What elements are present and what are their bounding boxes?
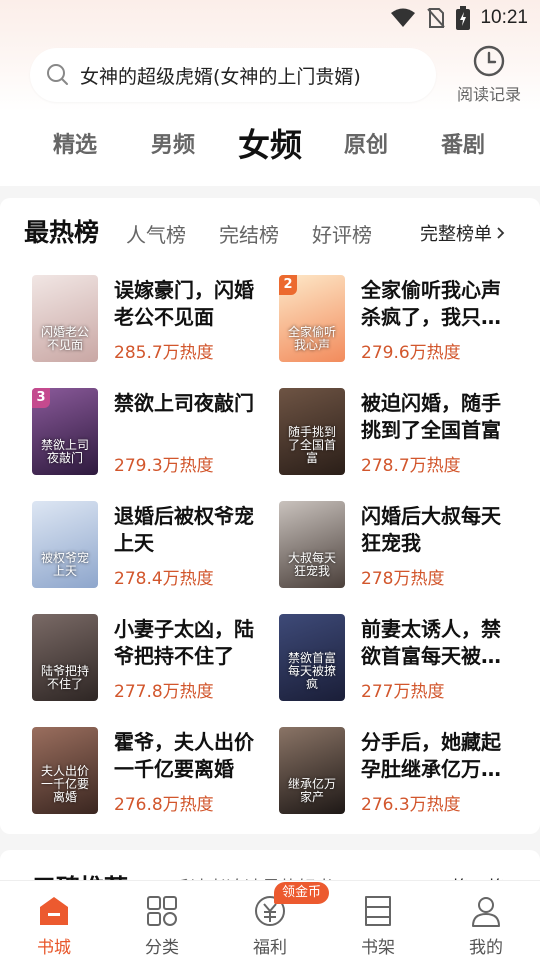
no-sim-icon: [427, 8, 446, 28]
ranking-card: 最热榜 人气榜 完结榜 好评榜 完整榜单 闪婚老公不见面 误嫁豪门，闪婚老公不见面…: [0, 198, 540, 834]
search-icon: [47, 64, 68, 85]
rank-badge: 2: [279, 275, 297, 295]
nav-welfare-label: 福利: [253, 938, 287, 958]
full-ranking-label: 完整榜单: [420, 224, 492, 245]
book-item[interactable]: 禁欲上司夜敲门 3 禁欲上司夜敲门 279.3万热度: [24, 388, 272, 480]
book-heat: 279.6万热度: [361, 343, 461, 363]
book-cover: 夫人出价一千亿要离婚: [32, 727, 98, 814]
book-title: 前妻太诱人，禁欲首富每天被撩疯: [361, 617, 501, 668]
book-heat: 278万热度: [361, 569, 445, 589]
nav-bookshelf-label: 书架: [361, 938, 395, 958]
book-cover: 随手挑到了全国首富: [279, 388, 345, 475]
book-title: 分手后，她藏起孕肚继承亿万家产: [361, 730, 501, 781]
nav-bookstore[interactable]: 书城: [0, 881, 108, 960]
tab-male[interactable]: 男频: [118, 114, 228, 172]
book-heat: 278.4万热度: [114, 569, 214, 589]
clock-icon: [473, 45, 505, 77]
gold-coin-badge[interactable]: 领金币: [274, 882, 330, 904]
book-cover-text: 禁欲首富每天被撩疯: [287, 651, 336, 691]
book-title: 小妻子太凶，陆爷把持不住了: [114, 617, 254, 668]
battery-charging-icon: [456, 6, 471, 30]
book-cover: 禁欲上司夜敲门 3: [32, 388, 98, 475]
nav-bookshelf[interactable]: 书架: [324, 881, 432, 960]
tab-original[interactable]: 原创: [311, 114, 421, 172]
search-input[interactable]: 女神的超级虎婿(女神的上门贵婿): [30, 48, 436, 102]
tab-female[interactable]: 女频: [215, 114, 325, 172]
book-heat: 285.7万热度: [114, 343, 214, 363]
book-item[interactable]: 禁欲首富每天被撩疯前妻太诱人，禁欲首富每天被撩疯 277万热度: [271, 614, 519, 706]
bookstore-icon: [40, 897, 68, 925]
bookshelf-icon: [365, 896, 391, 926]
tab-drama[interactable]: 番剧: [408, 114, 518, 172]
status-bar: 10:21: [0, 0, 540, 36]
tab-featured[interactable]: 精选: [20, 114, 130, 172]
book-cover-text: 被权爷宠上天: [40, 551, 89, 578]
book-item[interactable]: 陆爷把持不住了 小妻子太凶，陆爷把持不住了 277.8万热度: [24, 614, 272, 706]
book-heat: 278.7万热度: [361, 456, 461, 476]
reading-history-button[interactable]: 阅读记录: [448, 44, 530, 106]
ranking-header: 最热榜 人气榜 完结榜 好评榜 完整榜单: [0, 198, 540, 268]
profile-icon: [472, 897, 500, 927]
book-title: 退婚后被权爷宠上天: [114, 504, 254, 555]
book-heat: 276.8万热度: [114, 795, 214, 815]
book-item[interactable]: 闪婚老公不见面 误嫁豪门，闪婚老公不见面 285.7万热度: [24, 275, 272, 367]
nav-category[interactable]: 分类: [108, 881, 216, 960]
book-heat: 279.3万热度: [114, 456, 214, 476]
book-cover: 继承亿万家产: [279, 727, 345, 814]
ranking-tab-rated[interactable]: 好评榜: [312, 219, 372, 248]
ranking-tab-popularity[interactable]: 人气榜: [126, 219, 186, 248]
rank-badge: 3: [32, 388, 50, 408]
nav-category-label: 分类: [145, 938, 179, 958]
channel-tabs: 精选 男频 女频 原创 番剧: [0, 114, 540, 172]
nav-bookstore-label: 书城: [37, 938, 71, 958]
book-cover-text: 闪婚老公不见面: [40, 325, 89, 352]
book-heat: 277万热度: [361, 682, 445, 702]
bottom-nav: 书城 分类 福利 书架 我的: [0, 880, 540, 960]
book-item[interactable]: 夫人出价一千亿要离婚 霍爷，夫人出价一千亿要离婚 276.8万热度: [24, 727, 272, 819]
book-cover: 全家偷听我心声 2: [279, 275, 345, 362]
book-cover: 大叔每天狂宠我: [279, 501, 345, 588]
full-ranking-link[interactable]: 完整榜单: [420, 220, 506, 246]
book-item[interactable]: 随手挑到了全国首富 被迫闪婚，随手挑到了全国首富 278.7万热度: [271, 388, 519, 480]
nav-profile-label: 我的: [469, 938, 503, 958]
book-cover: 禁欲首富每天被撩疯: [279, 614, 345, 701]
book-title: 误嫁豪门，闪婚老公不见面: [114, 278, 254, 329]
chevron-right-icon: [497, 227, 505, 239]
search-text: 女神的超级虎婿(女神的上门贵婿): [80, 65, 361, 88]
book-title: 禁欲上司夜敲门: [114, 391, 254, 415]
book-title: 全家偷听我心声杀疯了，我只管吃奶: [361, 278, 501, 329]
recommend-section: 口碑推荐 万千读者追读最热好书 换一换: [0, 850, 540, 902]
book-title: 被迫闪婚，随手挑到了全国首富: [361, 391, 501, 442]
status-time: 10:21: [480, 7, 528, 28]
wifi-icon: [391, 8, 416, 27]
reading-history-label: 阅读记录: [456, 85, 521, 104]
book-cover-text: 全家偷听我心声: [287, 325, 336, 352]
nav-profile[interactable]: 我的: [432, 881, 540, 960]
book-cover-text: 大叔每天狂宠我: [287, 551, 336, 578]
book-heat: 277.8万热度: [114, 682, 214, 702]
book-item[interactable]: 被权爷宠上天 退婚后被权爷宠上天 278.4万热度: [24, 501, 272, 593]
book-title: 霍爷，夫人出价一千亿要离婚: [114, 730, 254, 781]
book-cover-text: 夫人出价一千亿要离婚: [40, 764, 89, 804]
book-cover-text: 随手挑到了全国首富: [287, 425, 336, 465]
book-title: 闪婚后大叔每天狂宠我: [361, 504, 501, 555]
book-heat: 276.3万热度: [361, 795, 461, 815]
book-cover: 陆爷把持不住了: [32, 614, 98, 701]
book-cover-text: 禁欲上司夜敲门: [40, 438, 89, 465]
category-icon: [147, 896, 177, 926]
ranking-tab-completed[interactable]: 完结榜: [219, 219, 279, 248]
book-item[interactable]: 大叔每天狂宠我 闪婚后大叔每天狂宠我 278万热度: [271, 501, 519, 593]
book-cover-text: 继承亿万家产: [287, 777, 336, 804]
ranking-title[interactable]: 最热榜: [24, 213, 99, 249]
book-cover: 闪婚老公不见面: [32, 275, 98, 362]
book-cover: 被权爷宠上天: [32, 501, 98, 588]
book-item[interactable]: 全家偷听我心声 2 全家偷听我心声杀疯了，我只管吃奶 279.6万热度: [271, 275, 519, 367]
book-item[interactable]: 继承亿万家产分手后，她藏起孕肚继承亿万家产 276.3万热度: [271, 727, 519, 819]
book-cover-text: 陆爷把持不住了: [40, 664, 89, 691]
